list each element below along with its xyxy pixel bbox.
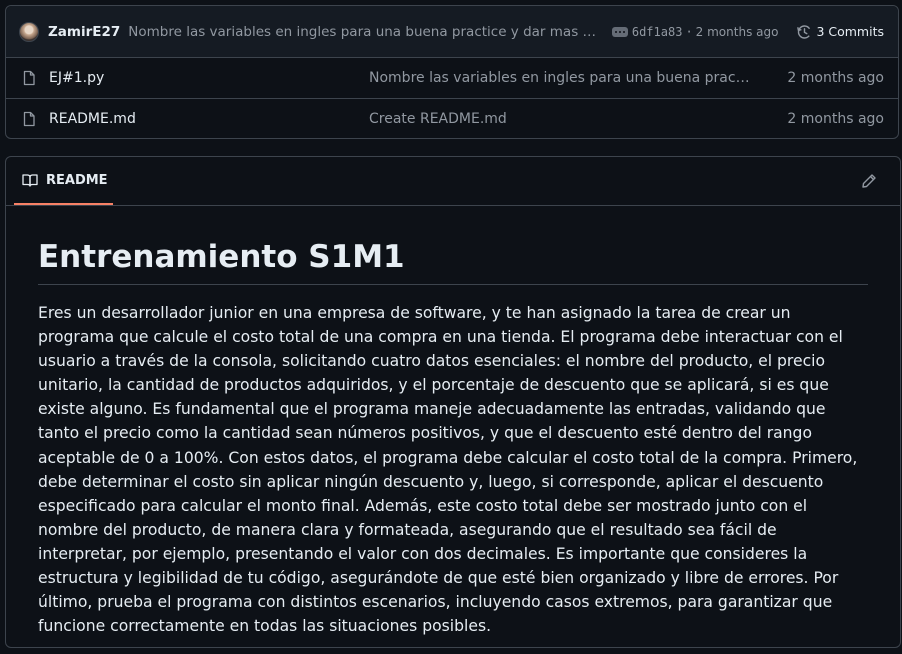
book-icon [22,174,38,187]
commit-date: 2 months ago [695,24,779,39]
avatar[interactable] [19,21,39,42]
file-icon [23,111,35,126]
pencil-icon [862,174,876,188]
readme-title: Entrenamiento S1M1 [38,235,868,285]
file-row[interactable]: README.md Create README.md 2 months ago [6,98,898,138]
tab-readme-label: README [46,172,108,188]
file-row[interactable]: EJ#1.py Nombre las variables en ingles p… [6,58,898,98]
tab-readme[interactable]: README [14,157,113,205]
file-icon [23,70,35,86]
file-commit-message[interactable]: Nombre las variables en ingles para una … [369,70,752,86]
file-name[interactable]: EJ#1.py [49,70,369,86]
history-icon [797,24,812,39]
meta-separator: · [685,24,693,39]
file-commit-message[interactable]: Create README.md [369,111,752,127]
file-date: 2 months ago [787,110,884,127]
readme-content: Entrenamiento S1M1 Eres un desarrollador… [6,235,900,638]
readme-header: README [6,157,900,206]
commit-meta: 6df1a83 · 2 months ago [632,25,779,39]
ellipsis-icon[interactable] [612,26,629,37]
file-browser: ZamirE27 Nombre las variables en ingles … [5,5,899,139]
commits-history-link[interactable]: 3 Commits [796,24,884,40]
commit-message[interactable]: Nombre las variables en ingles para una … [128,24,598,40]
commit-sha[interactable]: 6df1a83 [632,25,683,39]
commit-author[interactable]: ZamirE27 [48,24,120,40]
latest-commit-bar: ZamirE27 Nombre las variables en ingles … [6,6,898,58]
file-name[interactable]: README.md [49,111,369,127]
readme-panel: README Entrenamiento S1M1 Eres un desarr… [5,156,901,648]
file-date: 2 months ago [787,70,884,86]
edit-readme-button[interactable] [860,172,878,190]
commits-count-label: 3 Commits [816,24,884,39]
readme-paragraph: Eres un desarrollador junior en una empr… [38,304,858,636]
